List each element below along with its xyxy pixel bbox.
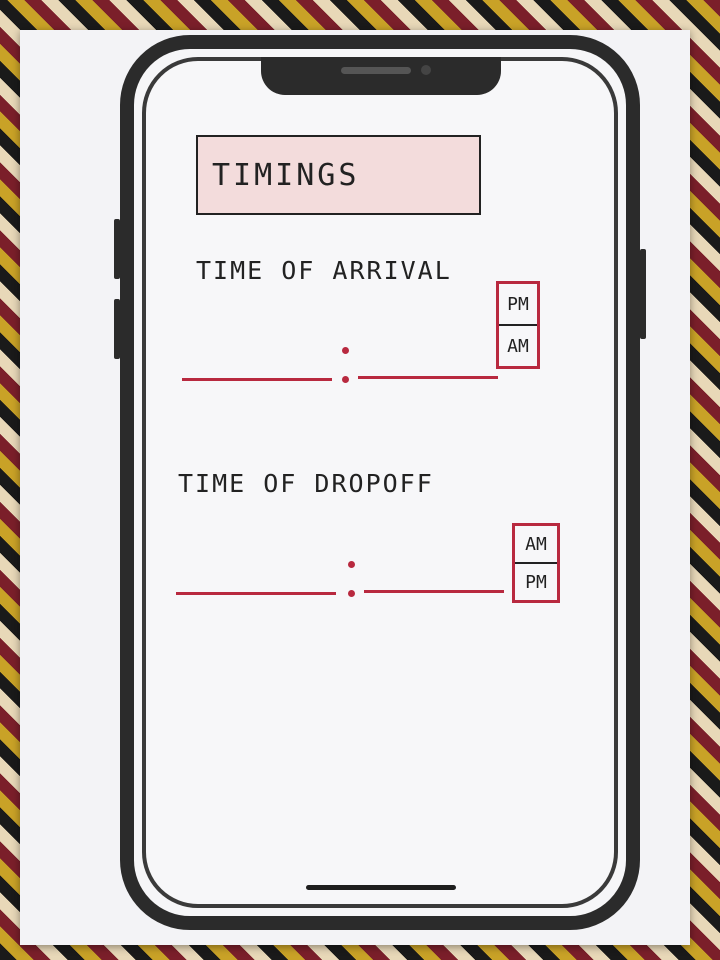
camera-icon [421,65,431,75]
arrival-minute-input[interactable] [358,339,498,379]
dropoff-minute-input[interactable] [364,553,504,593]
dropoff-ampm-toggle[interactable]: AM PM [512,523,560,603]
side-button-right [640,249,646,339]
home-indicator[interactable] [306,885,456,890]
page-title: TIMINGS [212,157,360,193]
dropoff-label: TIME OF DROPOFF [178,469,434,498]
page-title-box: TIMINGS [196,135,481,215]
paper-sheet: TIMINGS TIME OF ARRIVAL PM AM TIME OF DR… [20,30,690,945]
speaker-icon [341,67,411,74]
arrival-toggle-bottom[interactable]: AM [499,326,537,366]
arrival-toggle-top[interactable]: PM [499,284,537,326]
phone-screen: TIMINGS TIME OF ARRIVAL PM AM TIME OF DR… [142,57,618,908]
side-button-left-lower [114,299,120,359]
arrival-label: TIME OF ARRIVAL [196,256,452,285]
phone-frame: TIMINGS TIME OF ARRIVAL PM AM TIME OF DR… [114,35,646,930]
dropoff-colon [348,561,356,597]
arrival-colon [342,347,350,383]
dropoff-toggle-top[interactable]: AM [515,526,557,564]
dropoff-toggle-bottom[interactable]: PM [515,564,557,600]
phone-notch [261,57,501,95]
arrival-ampm-toggle[interactable]: PM AM [496,281,540,369]
dropoff-hour-input[interactable] [176,555,336,595]
side-button-left [114,219,120,279]
arrival-hour-input[interactable] [182,341,332,381]
